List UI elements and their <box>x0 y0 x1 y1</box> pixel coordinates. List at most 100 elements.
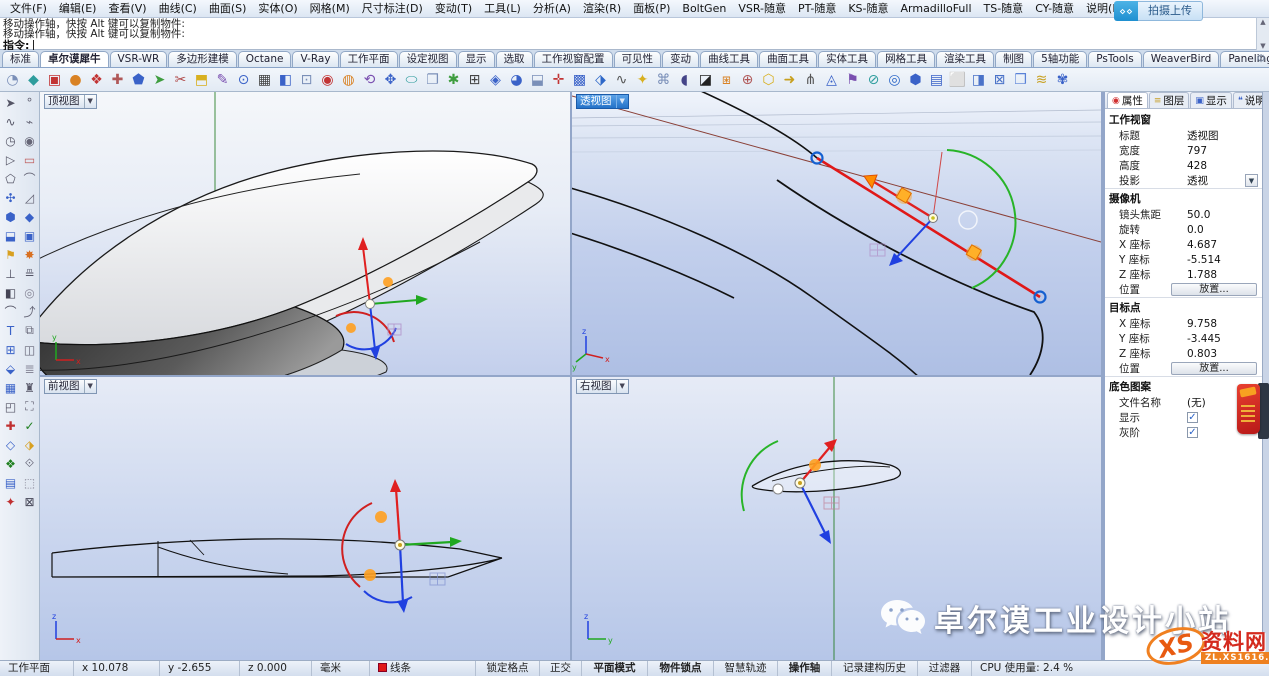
viewport-title-top[interactable]: 顶视图▼ <box>44 94 97 109</box>
status-ortho[interactable]: 正交 <box>540 661 582 676</box>
toolbar-icon[interactable]: ◍ <box>338 70 359 90</box>
show-checkbox[interactable]: ✓ <box>1187 412 1198 423</box>
toolbar-tab[interactable]: PsTools <box>1088 51 1141 67</box>
toolbar-tab[interactable]: WeaverBird <box>1143 51 1220 67</box>
toolbar-icon[interactable]: ∿ <box>611 70 632 90</box>
toolbar-icon[interactable]: ◈ <box>485 70 506 90</box>
toolbar-icon[interactable]: ⬡ <box>758 70 779 90</box>
menu-item[interactable]: 编辑(E) <box>53 0 103 17</box>
toolbar-icon[interactable]: ◖ <box>674 70 695 90</box>
toolbar-icon[interactable]: ▤ <box>926 70 947 90</box>
sidebar-tool-icon[interactable]: ✣ <box>1 188 20 207</box>
toolbar-icon[interactable]: ⟲ <box>359 70 380 90</box>
toolbar-icon[interactable]: ⊞ <box>464 70 485 90</box>
sidebar-tool-icon[interactable]: ⊞ <box>1 340 20 359</box>
sidebar-tool-icon[interactable]: ▷ <box>1 150 20 169</box>
toolbar-tab[interactable]: 曲面工具 <box>759 51 817 67</box>
toolbar-icon[interactable]: ⚑ <box>842 70 863 90</box>
sidebar-tool-icon[interactable]: ⬚ <box>20 473 39 492</box>
sidebar-tool-icon[interactable]: ⌒ <box>1 302 20 321</box>
status-smarttrack[interactable]: 智慧轨迹 <box>714 661 778 676</box>
sidebar-tool-icon[interactable]: ⊠ <box>20 492 39 511</box>
sidebar-tool-icon[interactable]: ◎ <box>20 283 39 302</box>
toolbar-tab[interactable]: 多边形建模 <box>168 51 237 67</box>
menu-item[interactable]: 文件(F) <box>4 0 53 17</box>
sidebar-tool-icon[interactable]: ⤴ <box>20 302 39 321</box>
toolbar-icon[interactable]: ✛ <box>548 70 569 90</box>
sidebar-tool-icon[interactable]: ⚑ <box>1 245 20 264</box>
toolbar-icon[interactable]: ⬭ <box>401 70 422 90</box>
command-area[interactable]: 移动操作轴，快按 Alt 键可以复制物件: 移动操作轴，快按 Alt 键可以复制… <box>0 18 1269 50</box>
sidebar-tool-icon[interactable]: T <box>1 321 20 340</box>
toolbar-icon[interactable]: ⬓ <box>527 70 548 90</box>
status-planar-mode[interactable]: 平面模式 <box>582 661 648 676</box>
sidebar-tool-icon[interactable]: ° <box>20 93 39 112</box>
toolbar-icon[interactable]: ◔ <box>2 70 23 90</box>
sidebar-tool-icon[interactable]: ⌒ <box>20 169 39 188</box>
toolbar-icon[interactable]: ✱ <box>443 70 464 90</box>
toolbar-icon[interactable]: ❖ <box>86 70 107 90</box>
toolbar-tab[interactable]: V-Ray <box>292 51 338 67</box>
toolbar-tab[interactable]: 设定视图 <box>399 51 457 67</box>
toolbar-icon[interactable]: ◨ <box>968 70 989 90</box>
toolbar-icon[interactable]: ⬒ <box>191 70 212 90</box>
toolbar-icon[interactable]: ⊡ <box>296 70 317 90</box>
toolbar-tab[interactable]: 实体工具 <box>818 51 876 67</box>
sidebar-tool-icon[interactable]: ◆ <box>20 207 39 226</box>
sidebar-tool-icon[interactable]: ⌁ <box>20 112 39 131</box>
toolbar-tab[interactable]: 曲线工具 <box>700 51 758 67</box>
viewport-front[interactable]: z x 前视图▼ <box>40 377 570 660</box>
tab-display[interactable]: ▣ 显示 <box>1190 92 1232 108</box>
sidebar-tool-icon[interactable]: ◇ <box>1 435 20 454</box>
menu-item[interactable]: VSR-随意 <box>732 0 792 17</box>
sidebar-tool-icon[interactable]: ❖ <box>1 454 20 473</box>
toolbar-icon[interactable]: ➤ <box>149 70 170 90</box>
status-units[interactable]: 毫米 <box>312 661 370 676</box>
toolbar-icon[interactable]: ⊠ <box>989 70 1010 90</box>
menu-item[interactable]: KS-随意 <box>842 0 894 17</box>
status-osnap[interactable]: 物件锁点 <box>648 661 714 676</box>
status-layer[interactable]: 线条 <box>370 661 476 676</box>
toolbar-tab[interactable]: 网格工具 <box>877 51 935 67</box>
toolbar-tab[interactable]: 选取 <box>496 51 533 67</box>
toolbar-tab[interactable]: 制图 <box>995 51 1032 67</box>
sidebar-tool-icon[interactable]: ∿ <box>1 112 20 131</box>
status-gumball[interactable]: 操作轴 <box>778 661 832 676</box>
menu-item[interactable]: 工具(L) <box>478 0 527 17</box>
viewport-title-right[interactable]: 右视图▼ <box>576 379 629 394</box>
toolbar-icon[interactable]: ◉ <box>317 70 338 90</box>
tab-layers[interactable]: ≡ 图层 <box>1149 92 1190 108</box>
toolbar-icon[interactable]: ◬ <box>821 70 842 90</box>
upload-button[interactable]: ⋄⋄ 拍摄上传 <box>1114 1 1203 21</box>
menu-item[interactable]: 曲面(S) <box>203 0 253 17</box>
sidebar-tool-icon[interactable]: ◷ <box>1 131 20 150</box>
sidebar-tool-icon[interactable]: ◉ <box>20 131 39 150</box>
sidebar-tool-icon[interactable]: ⬗ <box>20 435 39 454</box>
toolbar-icon[interactable]: ⬗ <box>590 70 611 90</box>
menu-item[interactable]: BoltGen <box>676 0 732 17</box>
status-filter[interactable]: 过滤器 <box>918 661 972 676</box>
menu-item[interactable]: PT-随意 <box>792 0 842 17</box>
sidebar-tool-icon[interactable]: ⛶ <box>20 397 39 416</box>
menu-item[interactable]: 面板(P) <box>627 0 676 17</box>
toolbar-icon[interactable]: ≋ <box>1031 70 1052 90</box>
toolbar-icon[interactable]: ⬜ <box>947 70 968 90</box>
command-scrollbar[interactable]: ▲ ▼ <box>1256 18 1269 50</box>
target-place-button[interactable]: 放置... <box>1171 362 1257 375</box>
toolbar-icon[interactable]: ✎ <box>212 70 233 90</box>
sidebar-tool-icon[interactable]: ✸ <box>20 245 39 264</box>
sidebar-tool-icon[interactable]: ✚ <box>1 416 20 435</box>
tab-properties[interactable]: ◉ 属性 <box>1107 92 1148 108</box>
chevron-down-icon[interactable]: ▼ <box>84 95 93 108</box>
scroll-up-icon[interactable]: ▲ <box>1260 18 1265 26</box>
sidebar-tool-icon[interactable]: ≣ <box>20 359 39 378</box>
toolbar-icon[interactable]: ⬢ <box>905 70 926 90</box>
toolbar-tab[interactable]: VSR-WR <box>110 51 168 67</box>
menu-item[interactable]: 网格(M) <box>304 0 356 17</box>
menu-item[interactable]: 曲线(C) <box>153 0 203 17</box>
chevron-down-icon[interactable]: ▼ <box>616 95 625 108</box>
sidebar-tool-icon[interactable]: ▤ <box>1 473 20 492</box>
menu-item[interactable]: TS-随意 <box>978 0 1030 17</box>
sidebar-tool-icon[interactable]: ▦ <box>1 378 20 397</box>
viewport-title-front[interactable]: 前视图▼ <box>44 379 97 394</box>
